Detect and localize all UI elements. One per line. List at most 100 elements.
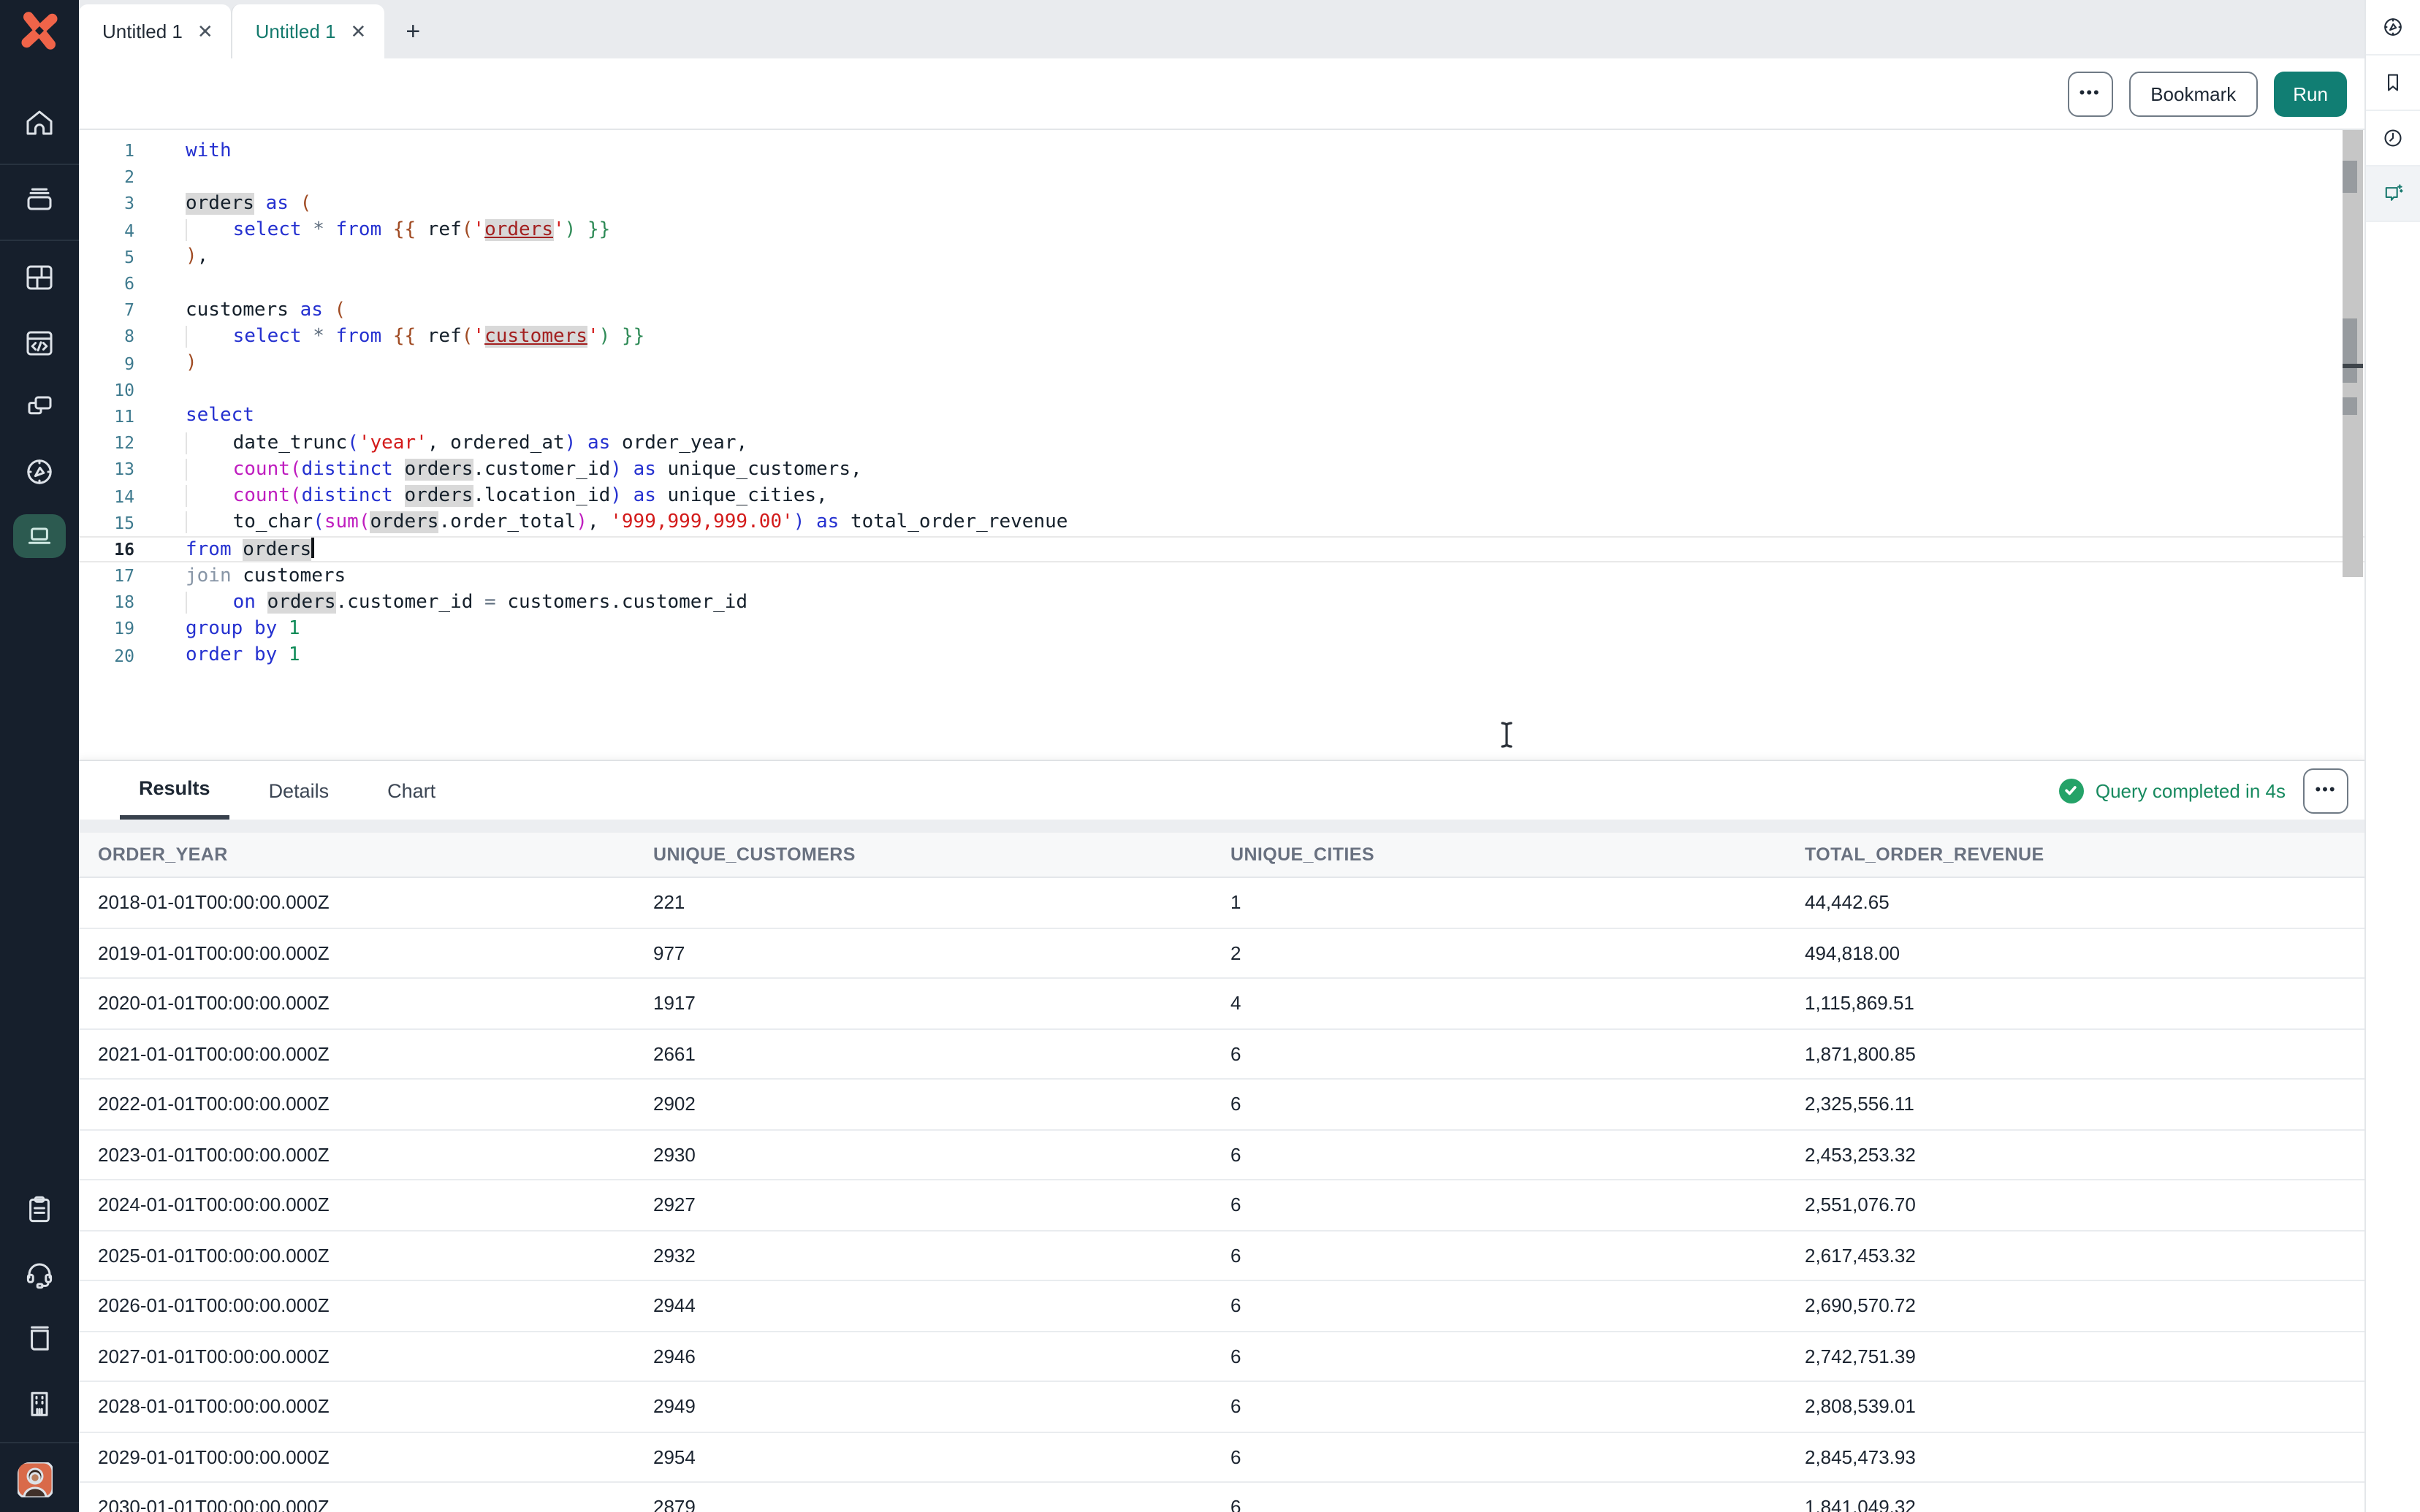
column-header[interactable]: ORDER_YEAR <box>79 844 653 865</box>
code-text: customers as ( <box>152 299 346 321</box>
table-cell: 977 <box>653 942 1230 964</box>
results-more-button[interactable]: ••• <box>2303 768 2348 813</box>
code-line[interactable]: 17join customers <box>79 562 2364 589</box>
table-row[interactable]: 2022-01-01T00:00:00.000Z290262,325,556.1… <box>79 1080 2364 1130</box>
code-line[interactable]: 4 select * from {{ ref('orders') }} <box>79 217 2364 243</box>
tab-untitled-2-active[interactable]: Untitled 1 ✕ <box>231 4 384 58</box>
sidebar-item-home[interactable] <box>0 101 79 145</box>
code-line[interactable]: 9) <box>79 350 2364 376</box>
code-line[interactable]: 12 date_trunc('year', ordered_at) as ord… <box>79 429 2364 456</box>
tab-chart[interactable]: Chart <box>368 761 454 820</box>
code-line[interactable]: 19group by 1 <box>79 616 2364 642</box>
code-line[interactable]: 5), <box>79 244 2364 270</box>
table-row[interactable]: 2029-01-01T00:00:00.000Z295462,845,473.9… <box>79 1432 2364 1483</box>
sidebar-item-apps[interactable] <box>0 386 79 429</box>
sidebar-item-explore[interactable] <box>0 450 79 494</box>
code-line[interactable]: 1with <box>79 137 2364 164</box>
tab-results[interactable]: Results <box>120 761 229 820</box>
sidebar-item-docs[interactable] <box>0 1316 79 1360</box>
sidebar-item-code-ide[interactable] <box>0 321 79 365</box>
code-text: on orders.customer_id = customers.custom… <box>152 592 747 614</box>
table-row[interactable]: 2019-01-01T00:00:00.000Z9772494,818.00 <box>79 928 2364 979</box>
table-row[interactable]: 2020-01-01T00:00:00.000Z191741,115,869.5… <box>79 979 2364 1029</box>
column-header[interactable]: UNIQUE_CITIES <box>1230 844 1805 865</box>
rail-item-bookmarks[interactable] <box>2366 56 2420 111</box>
table-cell: 2,742,751.39 <box>1805 1345 2364 1367</box>
scrollbar-thumb[interactable] <box>2343 318 2357 383</box>
code-text: from orders <box>152 538 313 561</box>
sidebar-divider <box>0 164 79 165</box>
code-window-icon <box>22 326 57 361</box>
table-row[interactable]: 2030-01-01T00:00:00.000Z287961,841,049.3… <box>79 1483 2364 1512</box>
table-cell: 2029-01-01T00:00:00.000Z <box>79 1446 653 1468</box>
rail-item-discover[interactable] <box>2366 0 2420 56</box>
code-line[interactable]: 11select <box>79 403 2364 429</box>
code-line[interactable]: 15 to_char(sum(orders.order_total), '999… <box>79 509 2364 535</box>
table-row[interactable]: 2018-01-01T00:00:00.000Z221144,442.65 <box>79 878 2364 928</box>
sidebar-item-dashboards[interactable] <box>0 256 79 299</box>
line-number: 4 <box>79 220 152 240</box>
code-text: order by 1 <box>152 644 300 666</box>
code-line[interactable]: 3orders as ( <box>79 191 2364 217</box>
column-header[interactable]: UNIQUE_CUSTOMERS <box>653 844 1230 865</box>
table-cell: 44,442.65 <box>1805 892 2364 914</box>
code-text: join customers <box>152 565 346 587</box>
code-line[interactable]: 14 count(distinct orders.location_id) as… <box>79 483 2364 509</box>
sidebar-item-inbox[interactable] <box>0 177 79 221</box>
sql-editor[interactable]: 1with 2 3orders as (4 select * from {{ ref… <box>79 130 2364 760</box>
table-row[interactable]: 2026-01-01T00:00:00.000Z294462,690,570.7… <box>79 1281 2364 1332</box>
code-line[interactable]: 20order by 1 <box>79 642 2364 668</box>
tab-details[interactable]: Details <box>250 761 349 820</box>
close-icon[interactable]: ✕ <box>197 22 213 41</box>
sidebar-item-changelog[interactable] <box>0 1188 79 1232</box>
table-cell: 4 <box>1230 993 1805 1015</box>
code-line[interactable]: 2 <box>79 164 2364 190</box>
text-caret <box>311 538 313 558</box>
table-row[interactable]: 2024-01-01T00:00:00.000Z292762,551,076.7… <box>79 1180 2364 1231</box>
code-line[interactable]: 10 <box>79 376 2364 402</box>
sidebar-item-support[interactable] <box>0 1252 79 1296</box>
table-cell: 2023-01-01T00:00:00.000Z <box>79 1144 653 1166</box>
table-cell: 1917 <box>653 993 1230 1015</box>
tab-untitled-1[interactable]: Untitled 1 ✕ <box>79 4 231 58</box>
user-avatar[interactable] <box>0 1462 79 1506</box>
sidebar-item-organization[interactable] <box>0 1382 79 1426</box>
sidebar-item-terminal-active[interactable] <box>0 514 79 558</box>
code-line[interactable]: 16from orders <box>79 536 2364 562</box>
line-number: 15 <box>79 512 152 532</box>
table-row[interactable]: 2028-01-01T00:00:00.000Z294962,808,539.0… <box>79 1382 2364 1432</box>
table-cell: 1 <box>1230 892 1805 914</box>
brand-x-icon <box>18 9 61 53</box>
rail-item-history[interactable] <box>2366 111 2420 167</box>
table-cell: 1,841,049.32 <box>1805 1497 2364 1512</box>
table-cell: 221 <box>653 892 1230 914</box>
table-body[interactable]: 2018-01-01T00:00:00.000Z221144,442.65201… <box>79 878 2364 1512</box>
code-line[interactable]: 6 <box>79 270 2364 297</box>
table-row[interactable]: 2021-01-01T00:00:00.000Z266161,871,800.8… <box>79 1029 2364 1080</box>
bookmark-button[interactable]: Bookmark <box>2128 71 2258 116</box>
results-tabs: Results Details Chart <box>120 761 454 820</box>
app-logo[interactable] <box>0 0 79 61</box>
code-line[interactable]: 7customers as ( <box>79 297 2364 323</box>
column-header[interactable]: TOTAL_ORDER_REVENUE <box>1805 844 2364 865</box>
editor-scrollbar[interactable] <box>2343 130 2363 577</box>
more-options-button[interactable]: ••• <box>2067 71 2112 116</box>
rail-item-ai-chat[interactable] <box>2366 167 2420 222</box>
run-button[interactable]: Run <box>2274 71 2347 116</box>
new-tab-button[interactable]: + <box>384 4 442 58</box>
table-cell: 2,325,556.11 <box>1805 1093 2364 1115</box>
table-cell: 6 <box>1230 1345 1805 1367</box>
close-icon[interactable]: ✕ <box>351 22 367 41</box>
table-cell: 2,551,076.70 <box>1805 1194 2364 1216</box>
table-cell: 2021-01-01T00:00:00.000Z <box>79 1043 653 1065</box>
code-line[interactable]: 13 count(distinct orders.customer_id) as… <box>79 457 2364 483</box>
table-row[interactable]: 2027-01-01T00:00:00.000Z294662,742,751.3… <box>79 1332 2364 1382</box>
ellipsis-icon: ••• <box>2315 782 2336 799</box>
line-number: 2 <box>79 167 152 188</box>
code-line[interactable]: 8 select * from {{ ref('customers') }} <box>79 324 2364 350</box>
code-line[interactable]: 18 on orders.customer_id = customers.cus… <box>79 589 2364 615</box>
table-cell: 2944 <box>653 1295 1230 1317</box>
table-row[interactable]: 2023-01-01T00:00:00.000Z293062,453,253.3… <box>79 1130 2364 1180</box>
table-cell: 2022-01-01T00:00:00.000Z <box>79 1093 653 1115</box>
table-row[interactable]: 2025-01-01T00:00:00.000Z293262,617,453.3… <box>79 1231 2364 1281</box>
